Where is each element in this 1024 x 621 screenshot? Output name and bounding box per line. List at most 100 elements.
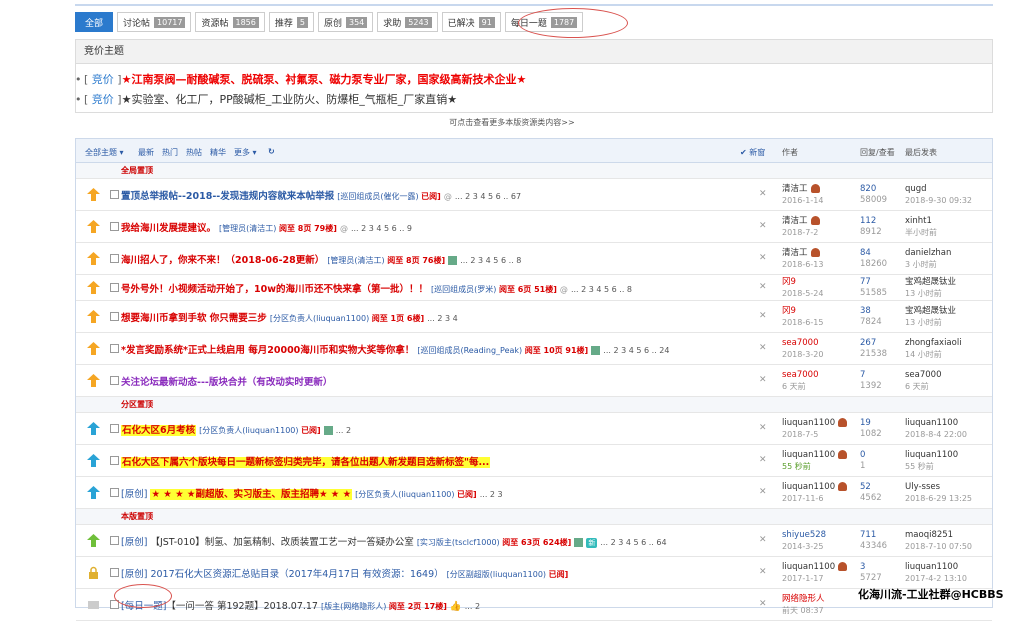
thread-title[interactable]: 关注论坛最新动态---版块合并（有改动实时更新） <box>121 377 332 388</box>
author-name[interactable]: 冈9 <box>782 277 796 287</box>
thread-row[interactable]: 关注论坛最新动态---版块合并（有改动实时更新） ✕ sea7000 6 天前 7… <box>76 365 992 397</box>
thread-row[interactable]: 想要海川币拿到手软 你只需要三步 [分区负责人(liuquan1100) 阅至 … <box>76 301 992 333</box>
thread-title[interactable]: 置顶总举报帖--2018--发现违规内容就来本帖举报 <box>121 191 334 202</box>
last-post-time[interactable]: 55 秒前 <box>905 461 958 472</box>
last-poster[interactable]: 宝鸡超晟钛业 <box>905 306 956 317</box>
thread-row[interactable]: 海川招人了，你来不来！（2018-06-28更新） [管理员(清洁工) 阅至 8… <box>76 243 992 275</box>
last-poster[interactable]: Uly-sses <box>905 482 972 493</box>
thread-row[interactable]: [原创] ★ ★ ★ ★副超版、实习版主、版主招聘★ ★ ★ [分区负责人(li… <box>76 477 992 509</box>
last-post-time[interactable]: 3 小时前 <box>905 259 951 270</box>
thread-title[interactable]: 【JST-010】制氢、加氢精制、改质装置工艺一对一答疑办公室 <box>150 537 413 548</box>
select-checkbox[interactable] <box>110 536 119 545</box>
type-tag[interactable]: [原创] <box>121 569 147 580</box>
author-name[interactable]: liuquan1100 <box>782 482 835 492</box>
sort-hotpost[interactable]: 热帖 <box>186 147 202 158</box>
last-post-time[interactable]: 半小时前 <box>905 227 937 238</box>
author-name[interactable]: liuquan1100 <box>782 418 835 428</box>
last-poster[interactable]: liuquan1100 <box>905 450 958 461</box>
page-links[interactable]: ... 2 3 4 5 6 .. 9 <box>351 224 412 233</box>
thread-title[interactable]: 【一问一答 第192题】2018.07.17 <box>166 601 318 612</box>
filter-original[interactable]: 原创 354 <box>317 12 374 32</box>
close-icon[interactable]: ✕ <box>759 567 767 577</box>
bid-tag[interactable]: 竞价 <box>92 93 114 106</box>
thread-title[interactable]: 石化大区下属六个版块每日一题新标签归类完毕，请各位出题人新发题目选新标签"每..… <box>121 457 491 468</box>
close-icon[interactable]: ✕ <box>759 423 767 433</box>
select-checkbox[interactable] <box>110 488 119 497</box>
bid-tag[interactable]: 竞价 <box>92 73 114 86</box>
author-name[interactable]: 清洁工 <box>782 184 808 194</box>
thread-title[interactable]: *发言奖励系统*正式上线启用 每月20000海川币和实物大奖等你拿！ <box>121 345 414 356</box>
all-topics-dropdown[interactable]: 全部主题 ▾ <box>85 147 124 158</box>
thread-title[interactable]: 我给海川发展提建议。 <box>121 223 216 234</box>
thread-title[interactable]: ★ ★ ★ ★副超版、实习版主、版主招聘★ ★ ★ <box>150 489 353 500</box>
filter-recommend[interactable]: 推荐 5 <box>268 12 314 32</box>
close-icon[interactable]: ✕ <box>759 282 767 292</box>
last-post-time[interactable]: 6 天前 <box>905 381 942 392</box>
page-links[interactable]: ... 2 3 4 5 6 .. 64 <box>600 538 666 547</box>
close-icon[interactable]: ✕ <box>759 253 767 263</box>
sort-digest[interactable]: 精华 <box>210 147 226 158</box>
new-window-toggle[interactable]: ✔ 新窗 <box>740 147 765 158</box>
select-checkbox[interactable] <box>110 568 119 577</box>
type-tag[interactable]: [原创] <box>121 537 147 548</box>
refresh-icon[interactable]: ↻ <box>268 147 275 156</box>
last-poster[interactable]: danielzhan <box>905 248 951 259</box>
page-links[interactable]: ... 2 3 4 5 6 .. 8 <box>571 285 632 294</box>
close-icon[interactable]: ✕ <box>759 343 767 353</box>
last-poster[interactable]: zhongfaxiaoli <box>905 338 962 349</box>
thread-title[interactable]: 海川招人了，你来不来！（2018-06-28更新） <box>121 255 324 266</box>
select-checkbox[interactable] <box>110 283 119 292</box>
last-post-time[interactable]: 2018-8-4 22:00 <box>905 429 967 440</box>
thread-row[interactable]: [原创] 【JST-010】制氢、加氢精制、改质装置工艺一对一答疑办公室 [实习… <box>76 525 992 557</box>
last-post-time[interactable]: 2017-4-2 13:10 <box>905 573 967 584</box>
close-icon[interactable]: ✕ <box>759 311 767 321</box>
thread-row[interactable]: 置顶总举报帖--2018--发现违规内容就来本帖举报 [巡回组成员(催化一露) … <box>76 179 992 211</box>
thread-title[interactable]: 石化大区6月考核 <box>121 425 197 436</box>
last-poster[interactable]: sea7000 <box>905 370 942 381</box>
thread-row[interactable]: 石化大区6月考核 [分区负责人(liuquan1100) 已阅] ... 2 ✕… <box>76 413 992 445</box>
author-name[interactable]: 清洁工 <box>782 248 808 258</box>
thread-row[interactable]: [原创] 2017石化大区资源汇总贴目录（2017年4月17日 有效资源：164… <box>76 557 992 589</box>
author-name[interactable]: liuquan1100 <box>782 562 835 572</box>
filter-help[interactable]: 求助 5243 <box>377 12 438 32</box>
filter-discussion[interactable]: 讨论帖 10717 <box>117 12 192 32</box>
select-checkbox[interactable] <box>110 456 119 465</box>
author-name[interactable]: 清洁工 <box>782 216 808 226</box>
page-links[interactable]: ... 2 3 4 <box>427 314 458 323</box>
close-icon[interactable]: ✕ <box>759 487 767 497</box>
thread-row[interactable]: 号外号外！小视频活动开始了，10w的海川币还不快来拿（第一批）！！ [巡回组成员… <box>76 275 992 301</box>
last-post-time[interactable]: 14 小时前 <box>905 349 962 360</box>
last-post-time[interactable]: 2018-6-29 13:25 <box>905 493 972 504</box>
last-post-time[interactable]: 13 小时前 <box>905 288 956 299</box>
thread-title[interactable]: 想要海川币拿到手软 你只需要三步 <box>121 313 267 324</box>
thread-row[interactable]: *发言奖励系统*正式上线启用 每月20000海川币和实物大奖等你拿！ [巡回组成… <box>76 333 992 365</box>
last-poster[interactable]: 宝鸡超晟钛业 <box>905 277 956 288</box>
thread-title[interactable]: 2017石化大区资源汇总贴目录（2017年4月17日 有效资源：1649） <box>150 569 443 580</box>
thread-row[interactable]: 石化大区下属六个版块每日一题新标签归类完毕，请各位出题人新发题目选新标签"每..… <box>76 445 992 477</box>
select-checkbox[interactable] <box>110 376 119 385</box>
page-links[interactable]: ... 2 <box>465 602 480 611</box>
close-icon[interactable]: ✕ <box>759 189 767 199</box>
page-links[interactable]: ... 2 3 <box>480 490 503 499</box>
author-name[interactable]: sea7000 <box>782 370 819 380</box>
select-checkbox[interactable] <box>110 424 119 433</box>
select-checkbox[interactable] <box>110 312 119 321</box>
author-name[interactable]: 网络隐形人 <box>782 594 825 604</box>
last-poster[interactable]: liuquan1100 <box>905 562 967 573</box>
select-checkbox[interactable] <box>110 190 119 199</box>
select-checkbox[interactable] <box>110 254 119 263</box>
page-links[interactable]: ... 2 3 4 5 6 .. 8 <box>460 256 521 265</box>
author-name[interactable]: shiyue528 <box>782 530 826 540</box>
more-resources-link[interactable]: 可点击查看更多本版资源类内容>> <box>0 117 1024 128</box>
author-name[interactable]: 冈9 <box>782 306 796 316</box>
thread-row[interactable]: [每日一题]【一问一答 第192题】2018.07.17 [版主(网络隐形人) … <box>76 589 992 621</box>
last-post-column-header[interactable]: 最后发表 <box>905 147 937 158</box>
type-tag[interactable]: [原创] <box>121 489 147 500</box>
close-icon[interactable]: ✕ <box>759 535 767 545</box>
last-post-time[interactable]: 13 小时前 <box>905 317 956 328</box>
more-dropdown[interactable]: 更多 ▾ <box>234 147 257 158</box>
close-icon[interactable]: ✕ <box>759 221 767 231</box>
filter-solved[interactable]: 已解决 91 <box>441 12 501 32</box>
thread-row[interactable]: 我给海川发展提建议。 [管理员(清洁工) 阅至 8页 79楼] @ ... 2 … <box>76 211 992 243</box>
last-poster[interactable]: liuquan1100 <box>905 418 967 429</box>
